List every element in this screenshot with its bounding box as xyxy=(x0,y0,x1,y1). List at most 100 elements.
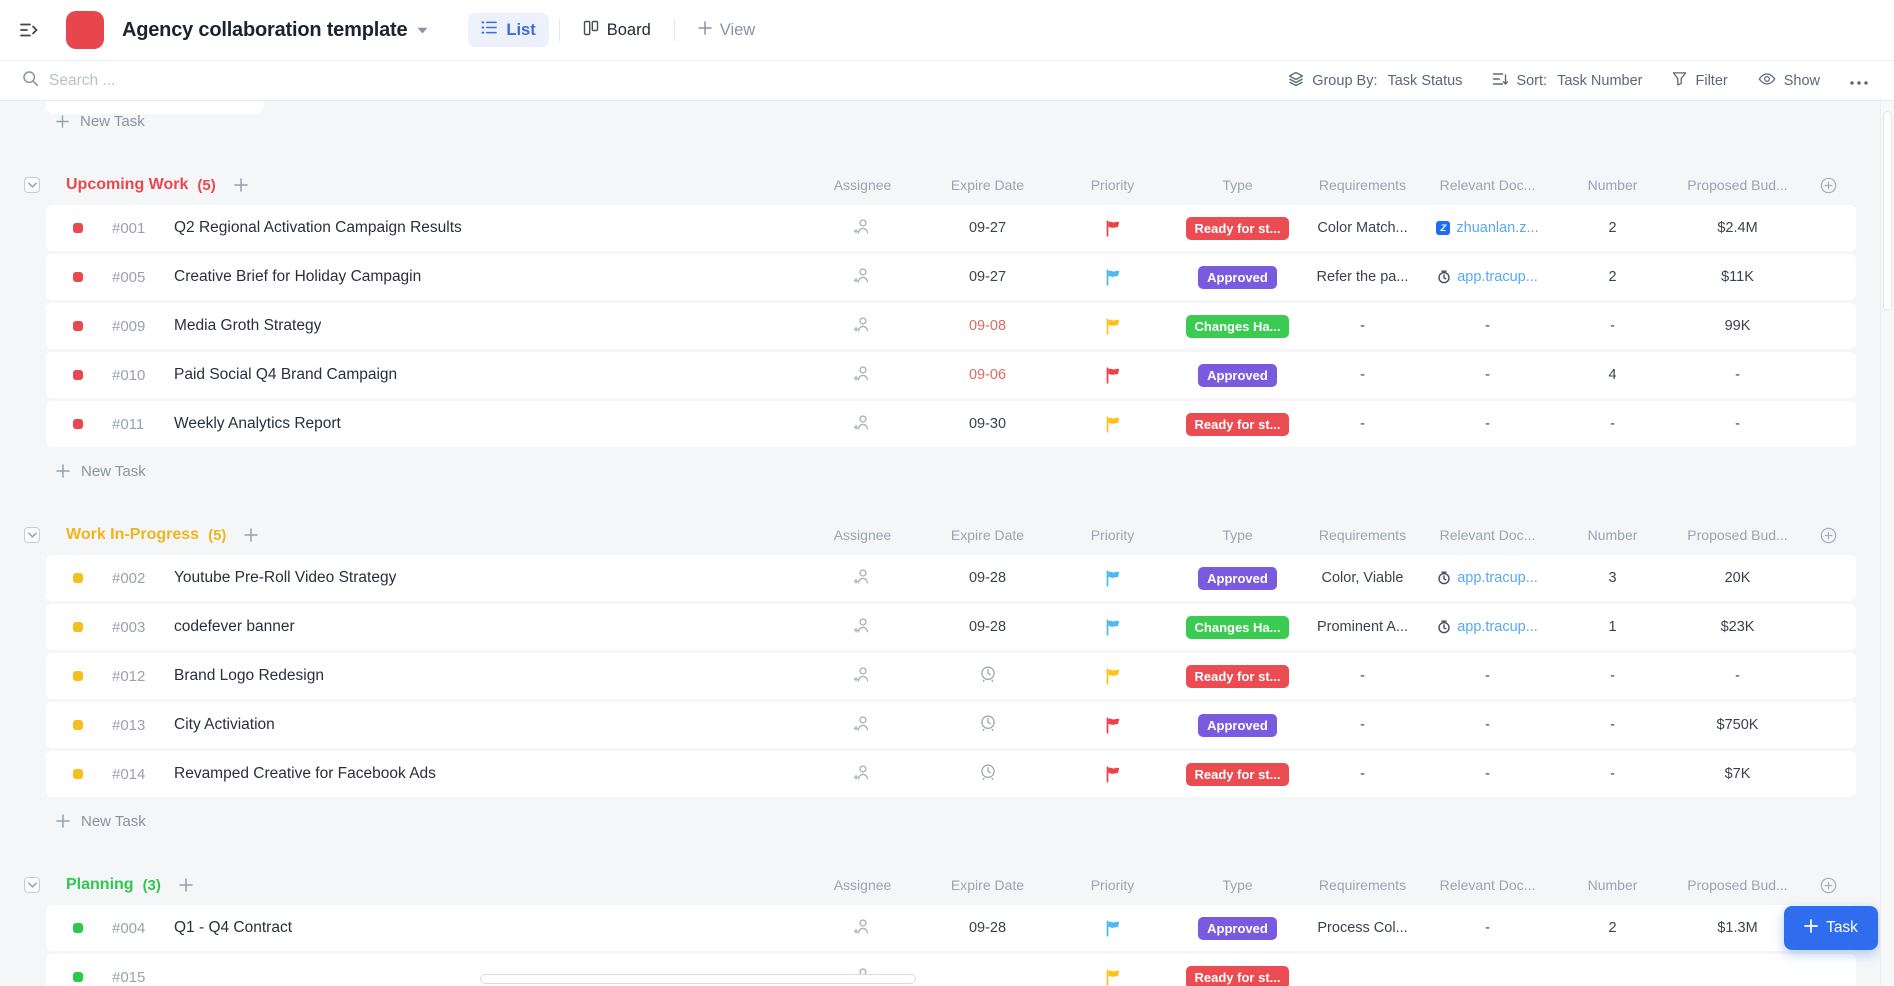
task-title[interactable]: Creative Brief for Holiday Campagin xyxy=(174,268,421,286)
assignee-cell[interactable] xyxy=(800,413,925,436)
task-row[interactable]: #013 City Activiation Approved - - - $75… xyxy=(46,702,1856,748)
relevant-doc-cell[interactable]: zhuanlan.z... xyxy=(1425,220,1550,236)
number-cell[interactable]: 2 xyxy=(1550,920,1675,936)
expire-date-cell[interactable] xyxy=(925,763,1050,785)
group-collapse-toggle[interactable] xyxy=(24,527,40,543)
tab-board[interactable]: Board xyxy=(570,13,664,48)
number-cell[interactable]: - xyxy=(1550,766,1675,782)
requirements-cell[interactable]: - xyxy=(1300,717,1425,733)
priority-cell[interactable] xyxy=(1050,766,1175,783)
requirements-cell[interactable]: Prominent A... xyxy=(1300,619,1425,635)
vertical-scrollbar[interactable] xyxy=(1880,101,1894,986)
task-row[interactable]: #015 Ready for st... xyxy=(46,954,1856,986)
task-title[interactable]: codefever banner xyxy=(174,618,295,636)
task-status-square[interactable] xyxy=(73,272,83,282)
expire-date-cell[interactable]: 09-27 xyxy=(925,269,1050,285)
type-cell[interactable]: Changes Ha... xyxy=(1175,315,1300,338)
task-row[interactable]: #003 codefever banner 09-28 Changes Ha..… xyxy=(46,604,1856,650)
new-task-button[interactable]: New Task xyxy=(0,453,1894,489)
task-title[interactable]: Weekly Analytics Report xyxy=(174,415,341,433)
task-row[interactable]: #005 Creative Brief for Holiday Campagin… xyxy=(46,254,1856,300)
task-row[interactable]: #010 Paid Social Q4 Brand Campaign 09-06… xyxy=(46,352,1856,398)
priority-cell[interactable] xyxy=(1050,619,1175,636)
relevant-doc-link[interactable]: app.tracup... xyxy=(1437,269,1538,285)
budget-cell[interactable]: 99K xyxy=(1675,318,1800,334)
assignee-cell[interactable] xyxy=(800,217,925,240)
task-title[interactable]: Youtube Pre-Roll Video Strategy xyxy=(174,569,396,587)
task-row[interactable]: #004 Q1 - Q4 Contract 09-28 Approved Pro… xyxy=(46,905,1856,951)
new-task-button[interactable]: New Task xyxy=(0,103,1894,139)
requirements-cell[interactable]: - xyxy=(1300,668,1425,684)
relevant-doc-link[interactable]: zhuanlan.z... xyxy=(1436,220,1538,236)
expire-date-cell[interactable]: 09-27 xyxy=(925,220,1050,236)
filter-button[interactable]: Filter xyxy=(1672,71,1727,90)
expire-date-cell[interactable]: 09-06 xyxy=(925,367,1050,383)
relevant-doc-cell[interactable]: - xyxy=(1425,717,1550,733)
tab-list[interactable]: List xyxy=(468,13,548,47)
type-cell[interactable]: Approved xyxy=(1175,917,1300,940)
number-cell[interactable]: - xyxy=(1550,668,1675,684)
requirements-cell[interactable]: Refer the pa... xyxy=(1300,269,1425,285)
relevant-doc-cell[interactable]: - xyxy=(1425,318,1550,334)
horizontal-scrollbar-thumb[interactable] xyxy=(480,974,916,984)
relevant-doc-link[interactable]: app.tracup... xyxy=(1437,619,1538,635)
relevant-doc-cell[interactable]: app.tracup... xyxy=(1425,619,1550,635)
type-cell[interactable]: Ready for st... xyxy=(1175,665,1300,688)
number-cell[interactable]: 4 xyxy=(1550,367,1675,383)
add-column-button[interactable] xyxy=(1800,877,1856,894)
number-cell[interactable]: 1 xyxy=(1550,619,1675,635)
expire-date-cell[interactable] xyxy=(925,714,1050,736)
task-row[interactable]: #009 Media Groth Strategy 09-08 Changes … xyxy=(46,303,1856,349)
group-add-task-icon[interactable] xyxy=(234,178,248,192)
relevant-doc-cell[interactable]: - xyxy=(1425,367,1550,383)
type-cell[interactable]: Approved xyxy=(1175,714,1300,737)
relevant-doc-cell[interactable]: app.tracup... xyxy=(1425,570,1550,586)
relevant-doc-cell[interactable]: - xyxy=(1425,766,1550,782)
task-status-square[interactable] xyxy=(73,370,83,380)
task-status-square[interactable] xyxy=(73,419,83,429)
task-status-square[interactable] xyxy=(73,972,83,982)
show-button[interactable]: Show xyxy=(1758,72,1820,90)
expire-date-cell[interactable]: 09-28 xyxy=(925,619,1050,635)
budget-cell[interactable]: $7K xyxy=(1675,766,1800,782)
priority-cell[interactable] xyxy=(1050,220,1175,237)
group-add-task-icon[interactable] xyxy=(244,528,258,542)
task-status-square[interactable] xyxy=(73,720,83,730)
add-column-button[interactable] xyxy=(1800,527,1856,544)
search-input[interactable] xyxy=(49,72,469,90)
assignee-cell[interactable] xyxy=(800,266,925,289)
task-status-square[interactable] xyxy=(73,321,83,331)
sort-button[interactable]: Sort: Task Number xyxy=(1492,72,1642,90)
expire-date-cell[interactable]: 09-08 xyxy=(925,318,1050,334)
assignee-cell[interactable] xyxy=(800,364,925,387)
type-cell[interactable]: Ready for st... xyxy=(1175,217,1300,240)
task-status-square[interactable] xyxy=(73,622,83,632)
number-cell[interactable]: - xyxy=(1550,416,1675,432)
requirements-cell[interactable]: - xyxy=(1300,416,1425,432)
search-box[interactable] xyxy=(22,70,1288,92)
add-task-fab-button[interactable]: Task xyxy=(1784,906,1878,950)
budget-cell[interactable]: $1.3M xyxy=(1675,920,1800,936)
type-cell[interactable]: Changes Ha... xyxy=(1175,616,1300,639)
group-by-button[interactable]: Group By: Task Status xyxy=(1288,71,1462,91)
assignee-cell[interactable] xyxy=(800,917,925,940)
relevant-doc-cell[interactable]: - xyxy=(1425,668,1550,684)
expire-date-cell[interactable] xyxy=(925,665,1050,687)
group-add-task-icon[interactable] xyxy=(179,878,193,892)
requirements-cell[interactable]: Color, Viable xyxy=(1300,570,1425,586)
number-cell[interactable]: - xyxy=(1550,318,1675,334)
type-cell[interactable]: Ready for st... xyxy=(1175,413,1300,436)
assignee-cell[interactable] xyxy=(800,315,925,338)
requirements-cell[interactable]: - xyxy=(1300,367,1425,383)
assignee-cell[interactable] xyxy=(800,567,925,590)
requirements-cell[interactable]: - xyxy=(1300,318,1425,334)
task-title[interactable]: Revamped Creative for Facebook Ads xyxy=(174,765,436,783)
task-status-square[interactable] xyxy=(73,573,83,583)
task-row[interactable]: #002 Youtube Pre-Roll Video Strategy 09-… xyxy=(46,555,1856,601)
number-cell[interactable]: - xyxy=(1550,717,1675,733)
task-status-square[interactable] xyxy=(73,923,83,933)
task-row[interactable]: #014 Revamped Creative for Facebook Ads … xyxy=(46,751,1856,797)
title-dropdown-caret-icon[interactable] xyxy=(417,27,428,34)
task-title[interactable]: Q1 - Q4 Contract xyxy=(174,919,292,937)
budget-cell[interactable]: $750K xyxy=(1675,717,1800,733)
